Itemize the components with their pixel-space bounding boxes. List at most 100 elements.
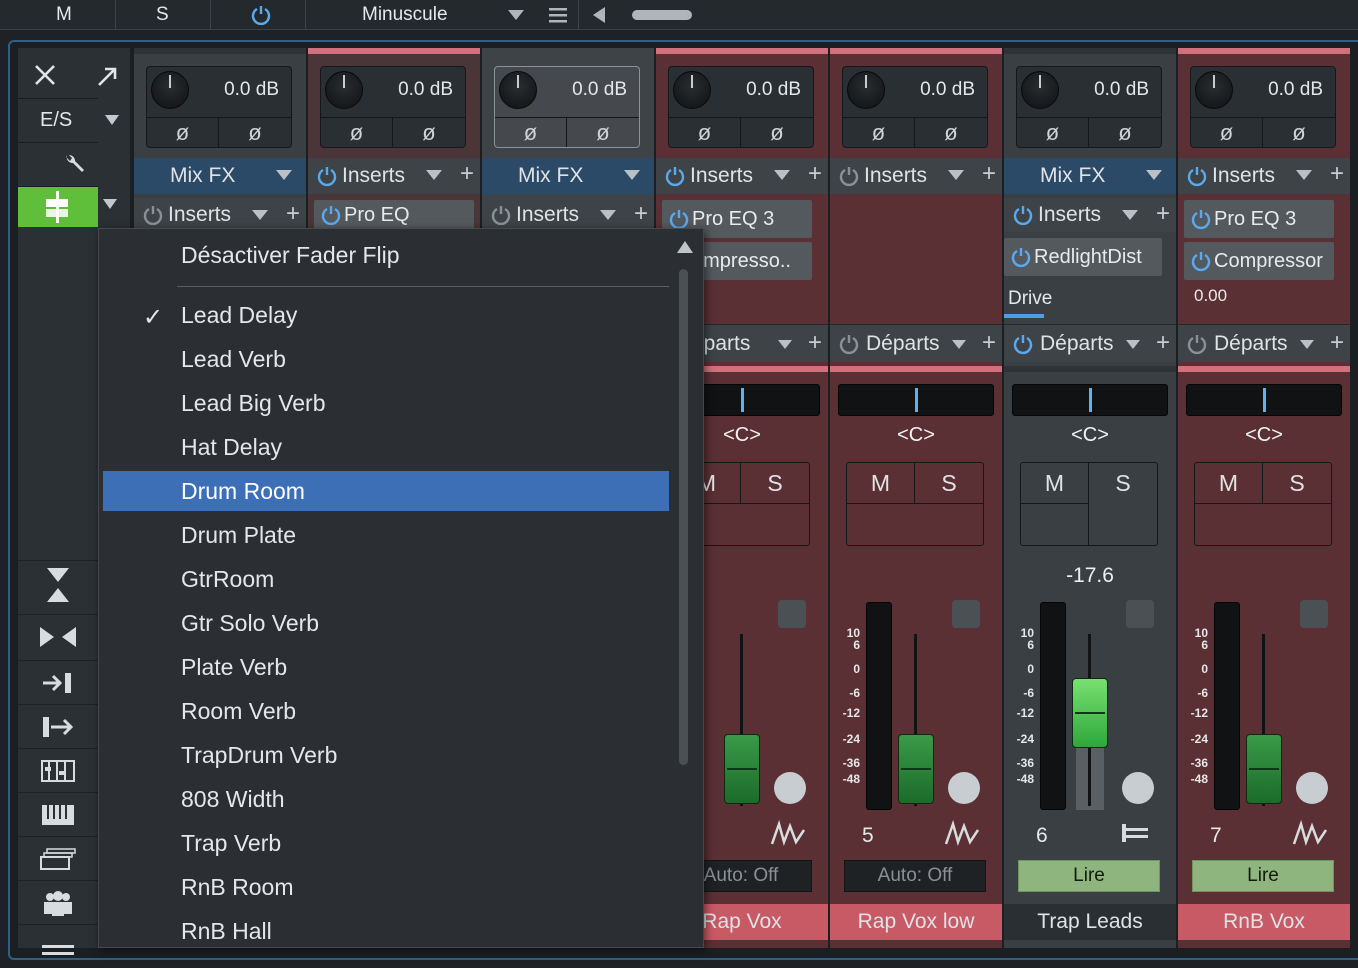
menu-item[interactable]: Lead Verb xyxy=(103,339,669,379)
inserts-header[interactable]: Inserts + xyxy=(134,198,306,232)
pan-control[interactable] xyxy=(1186,384,1342,416)
phase-invert-button[interactable]: ø xyxy=(741,117,813,147)
solo-button[interactable]: S xyxy=(741,463,809,503)
phase-invert-button[interactable]: ø xyxy=(915,117,987,147)
phase-invert-button[interactable]: ø xyxy=(219,117,291,147)
chevron-down-icon[interactable] xyxy=(952,340,966,349)
sends-header[interactable]: Départs + xyxy=(1004,324,1176,362)
phase-invert-button[interactable]: ø xyxy=(843,117,915,147)
inserts-header[interactable]: Inserts + xyxy=(1004,198,1176,232)
trim-knob[interactable] xyxy=(325,71,363,109)
mute-all-button[interactable]: M xyxy=(56,0,72,30)
close-icon[interactable] xyxy=(34,64,56,86)
stereo-icon[interactable] xyxy=(948,772,980,804)
phase-invert-button[interactable]: ø xyxy=(393,117,465,147)
console-view-icon[interactable] xyxy=(18,748,98,792)
chevron-down-icon[interactable] xyxy=(252,210,268,220)
chevron-down-icon[interactable] xyxy=(1300,340,1314,349)
solo-button[interactable]: S xyxy=(1263,463,1331,503)
add-send-icon[interactable]: + xyxy=(1156,329,1170,357)
keyboard-icon[interactable] xyxy=(18,792,98,836)
phase-invert-button[interactable]: ø xyxy=(1263,117,1335,147)
stereo-icon[interactable] xyxy=(1122,772,1154,804)
automation-mode[interactable]: Lire xyxy=(1192,860,1334,892)
menu-item[interactable]: Lead Big Verb xyxy=(103,383,669,423)
channel-name[interactable]: Rap Vox low xyxy=(830,904,1002,940)
collapse-horizontal-icon[interactable] xyxy=(18,614,98,658)
trim-knob[interactable] xyxy=(673,71,711,109)
add-insert-icon[interactable]: + xyxy=(808,160,822,188)
insert-slot[interactable]: RedlightDist xyxy=(1004,238,1162,276)
pan-control[interactable] xyxy=(838,384,994,416)
chevron-down-icon[interactable] xyxy=(778,340,792,349)
mute-button[interactable]: M xyxy=(1021,463,1089,503)
power-icon[interactable] xyxy=(1300,600,1328,628)
phase-invert-button[interactable]: ø xyxy=(1017,117,1089,147)
menu-icon[interactable] xyxy=(549,0,567,30)
power-icon[interactable] xyxy=(778,600,806,628)
chevron-down-icon[interactable] xyxy=(507,0,525,30)
output-icon[interactable] xyxy=(18,704,98,748)
inserts-header[interactable]: Inserts + xyxy=(1178,158,1350,194)
stereo-icon[interactable] xyxy=(774,772,806,804)
menu-item-disable-fader-flip[interactable]: Désactiver Fader Flip xyxy=(103,235,669,275)
add-insert-icon[interactable]: + xyxy=(1330,160,1344,188)
volume-fader[interactable] xyxy=(724,734,760,804)
chevron-down-icon[interactable] xyxy=(948,170,964,180)
inserts-header[interactable]: Inserts + xyxy=(308,158,480,194)
phase-invert-button[interactable]: ø xyxy=(1191,117,1263,147)
automation-mode[interactable]: Lire xyxy=(1018,860,1160,892)
automation-mode[interactable]: Auto: Off xyxy=(844,860,986,892)
phase-invert-button[interactable]: ø xyxy=(321,117,393,147)
phase-invert-button[interactable]: ø xyxy=(1089,117,1161,147)
trim-knob[interactable] xyxy=(1195,71,1233,109)
menu-item[interactable]: Gtr Solo Verb xyxy=(103,603,669,643)
menu-item[interactable]: RnB Room xyxy=(103,867,669,907)
add-send-icon[interactable]: + xyxy=(982,329,996,357)
phase-invert-button[interactable]: ø xyxy=(567,117,639,147)
chevron-down-icon[interactable] xyxy=(276,170,292,180)
add-insert-icon[interactable]: + xyxy=(460,160,474,188)
instruments-icon[interactable] xyxy=(18,836,98,880)
chevron-down-icon[interactable] xyxy=(1126,340,1140,349)
menu-item[interactable]: ✓ Lead Delay xyxy=(103,295,669,335)
mute-button[interactable]: M xyxy=(1195,463,1263,503)
menu-item[interactable]: Room Verb xyxy=(103,691,669,731)
inserts-header[interactable]: Inserts + xyxy=(656,158,828,194)
list-icon[interactable] xyxy=(18,924,98,968)
chevron-down-icon[interactable] xyxy=(1146,170,1162,180)
chevron-down-icon[interactable] xyxy=(774,170,790,180)
insert-slot[interactable]: Pro EQ 3 xyxy=(1184,200,1334,238)
trim-knob[interactable] xyxy=(151,71,189,109)
chevron-down-icon[interactable] xyxy=(1296,170,1312,180)
wrench-icon[interactable] xyxy=(62,152,86,176)
channel-name[interactable]: Trap Leads xyxy=(1004,904,1176,940)
add-insert-icon[interactable]: + xyxy=(634,200,648,228)
add-insert-icon[interactable]: + xyxy=(286,200,300,228)
chevron-down-icon[interactable] xyxy=(426,170,442,180)
menu-item[interactable]: 808 Width xyxy=(103,779,669,819)
power-icon[interactable] xyxy=(1126,600,1154,628)
people-icon[interactable] xyxy=(18,880,98,924)
channel-name[interactable]: RnB Vox xyxy=(1178,904,1350,940)
mix-fx-header[interactable]: Mix FX xyxy=(1004,158,1176,194)
horizontal-scroll-thumb[interactable] xyxy=(632,0,692,30)
sends-header[interactable]: Départs + xyxy=(1178,324,1350,362)
add-send-icon[interactable]: + xyxy=(808,329,822,357)
insert-slot[interactable]: Pro EQ xyxy=(314,200,474,230)
phase-invert-button[interactable]: ø xyxy=(495,117,567,147)
sends-header[interactable]: Départs + xyxy=(830,324,1002,362)
stereo-icon[interactable] xyxy=(1296,772,1328,804)
menu-item-highlighted[interactable]: Drum Room xyxy=(103,471,669,511)
trim-knob[interactable] xyxy=(1021,71,1059,109)
menu-item[interactable]: GtrRoom xyxy=(103,559,669,599)
inserts-header[interactable]: Inserts + xyxy=(482,198,654,232)
mix-fx-header[interactable]: Mix FX xyxy=(134,158,306,194)
chevron-down-icon[interactable] xyxy=(624,170,640,180)
insert-slot[interactable]: Compressor xyxy=(1184,242,1334,280)
add-insert-icon[interactable]: + xyxy=(982,160,996,188)
fader-flip-button[interactable] xyxy=(18,187,98,227)
trim-knob[interactable] xyxy=(499,71,537,109)
chevron-down-icon[interactable] xyxy=(102,198,118,210)
solo-all-button[interactable]: S xyxy=(156,0,169,30)
